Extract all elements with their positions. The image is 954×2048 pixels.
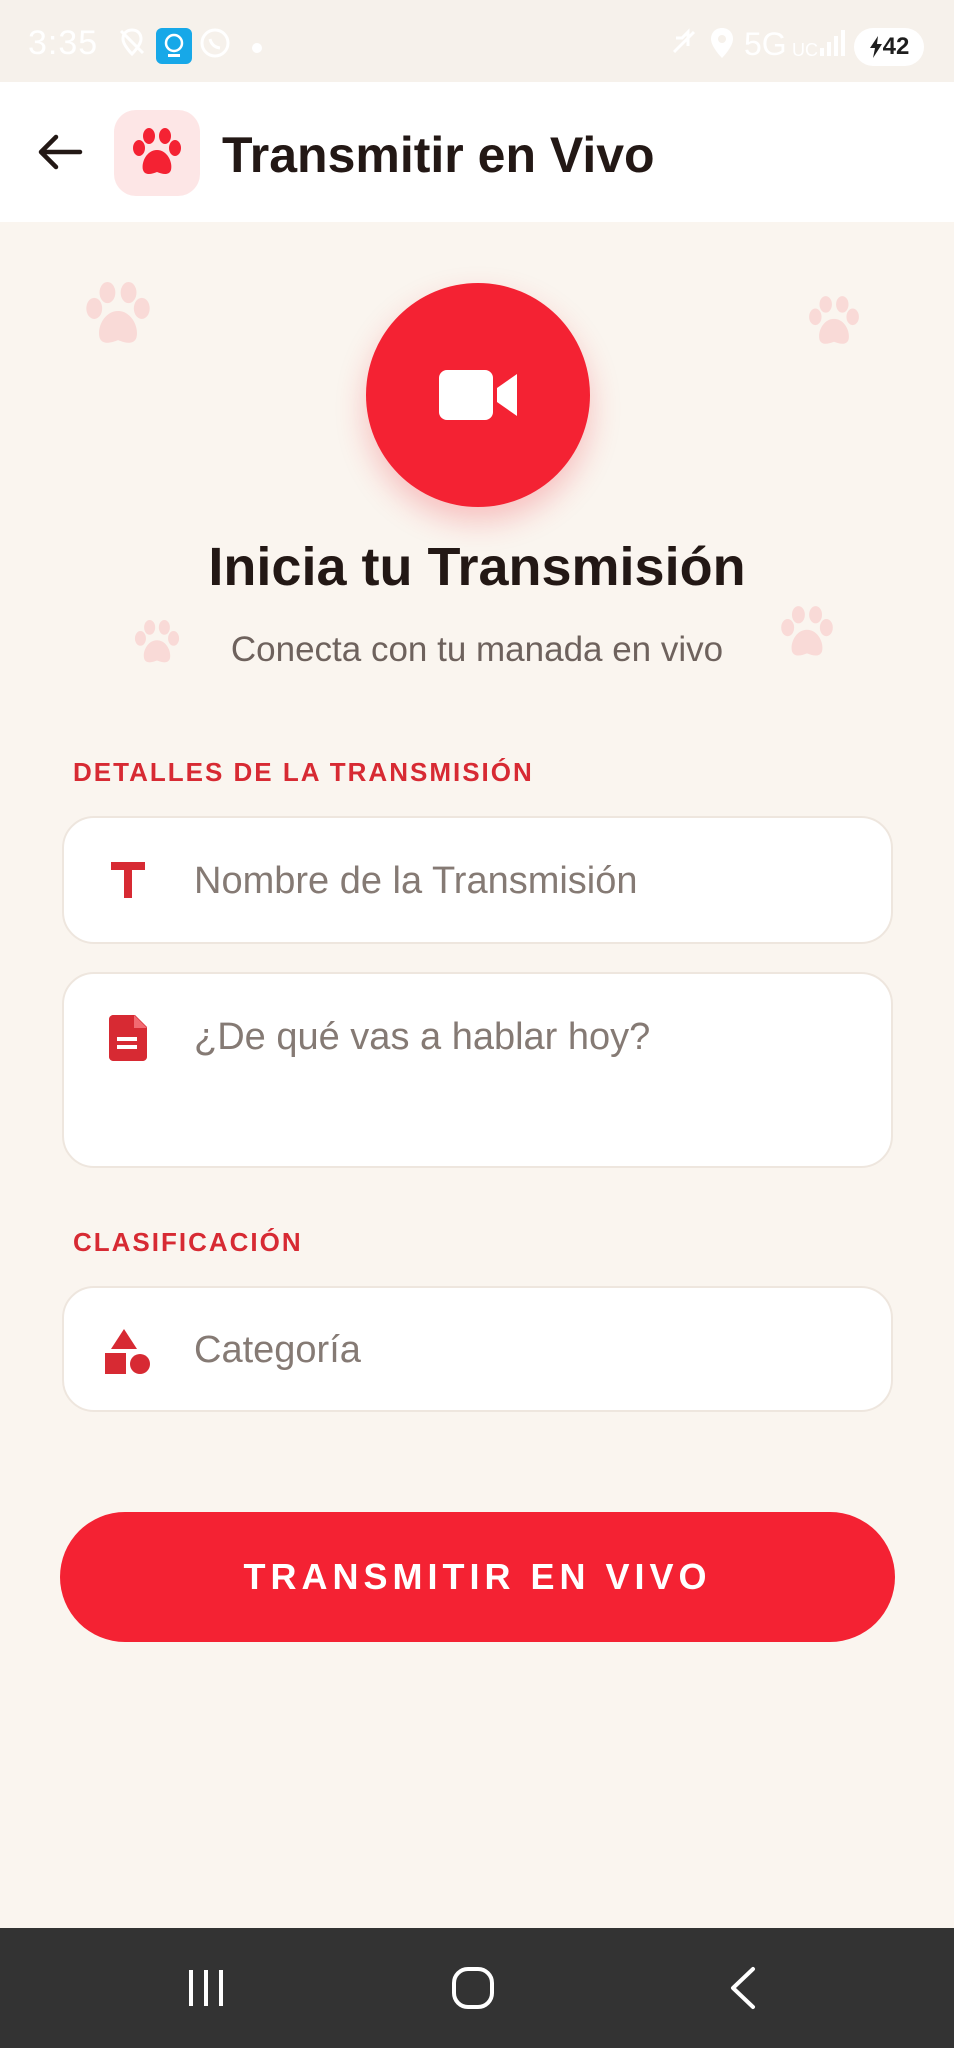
decorative-paw-icon <box>809 296 859 344</box>
status-bar: 3:35 5G UC 42 <box>0 0 954 82</box>
recent-apps-button[interactable] <box>166 1958 246 2018</box>
charging-icon <box>869 36 882 58</box>
start-live-button[interactable]: TRANSMITIR EN VIVO <box>60 1512 895 1642</box>
app-notification-icon <box>156 28 192 69</box>
location-off-icon <box>116 26 148 63</box>
page-title: Transmitir en Vivo <box>222 127 655 183</box>
network-type: 5G <box>744 26 787 62</box>
system-nav-bar <box>0 1928 954 2048</box>
category-placeholder: Categoría <box>194 1329 361 1371</box>
mute-icon <box>668 26 700 63</box>
arrow-left-icon <box>38 134 83 170</box>
decorative-paw-icon <box>86 282 150 343</box>
location-icon <box>708 26 736 65</box>
document-icon <box>102 1012 154 1064</box>
live-camera-badge <box>366 283 590 507</box>
battery-level: 42 <box>882 33 910 60</box>
system-back-button[interactable] <box>702 1958 782 2018</box>
category-shapes-icon <box>102 1326 154 1378</box>
paw-icon <box>133 128 181 174</box>
section-label-details: DETALLES DE LA TRANSMISIÓN <box>73 757 534 787</box>
hero-subtitle: Conecta con tu manada en vivo <box>230 630 724 669</box>
status-time: 3:35 <box>28 24 99 62</box>
home-button[interactable] <box>433 1958 513 2018</box>
hero-title: Inicia tu Transmisión <box>208 537 746 597</box>
category-field[interactable]: Categoría <box>62 1286 893 1412</box>
recent-apps-icon <box>189 1970 223 2006</box>
description-placeholder: ¿De qué vas a hablar hoy? <box>194 1016 651 1058</box>
section-label-classification: CLASIFICACIÓN <box>73 1227 303 1257</box>
battery-indicator: 42 <box>854 28 924 66</box>
app-bar: Transmitir en Vivo <box>0 82 954 222</box>
dot-icon <box>252 40 262 58</box>
video-camera-icon <box>439 370 517 420</box>
app-logo <box>114 110 200 196</box>
stream-name-field[interactable]: Nombre de la Transmisión <box>62 816 893 944</box>
stream-name-placeholder: Nombre de la Transmisión <box>194 860 638 902</box>
description-field[interactable]: ¿De qué vas a hablar hoy? <box>62 972 893 1168</box>
network-sub: UC <box>792 40 818 60</box>
signal-icon <box>820 26 850 63</box>
home-icon <box>452 1967 494 2009</box>
back-icon <box>731 1967 755 2009</box>
title-text-icon <box>102 854 154 906</box>
whatsapp-icon <box>198 26 232 65</box>
back-button[interactable] <box>26 118 94 186</box>
